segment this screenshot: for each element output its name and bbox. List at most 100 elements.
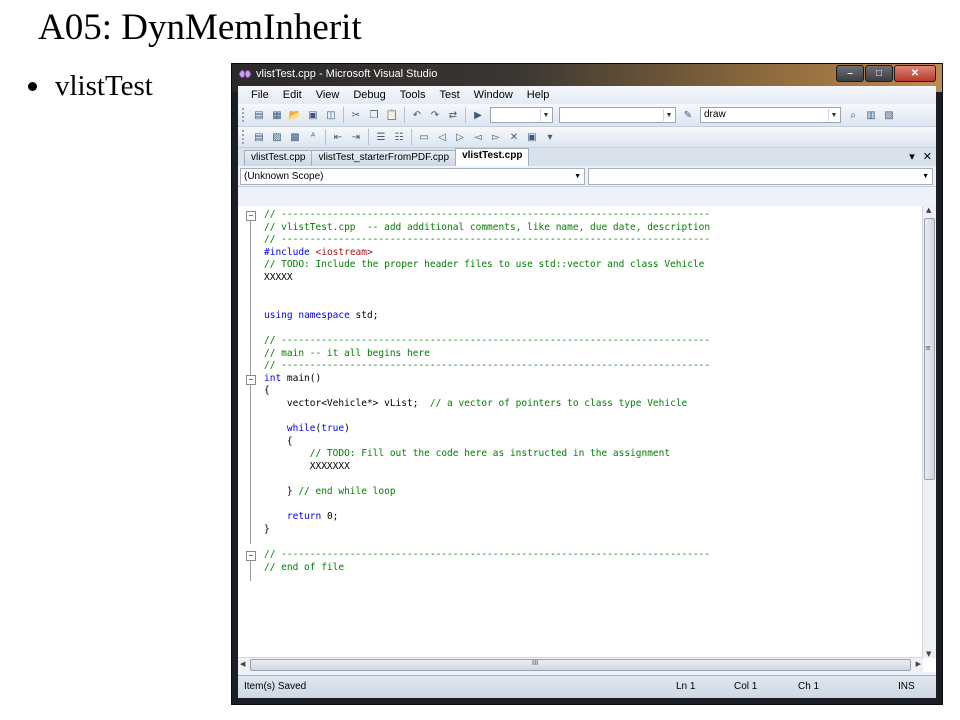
cut-icon[interactable]: ✂ xyxy=(349,108,363,122)
slide-title: A05: DynMemInherit xyxy=(38,7,362,48)
paste-icon[interactable]: 📋 xyxy=(385,108,399,122)
document-tab[interactable]: vlistTest_starterFromPDF.cpp xyxy=(311,150,457,166)
outline-gutter: − − − xyxy=(238,206,260,658)
menu-tools[interactable]: Tools xyxy=(393,89,433,101)
toolbar-grip[interactable] xyxy=(242,130,247,144)
scroll-right-icon[interactable]: ▶ xyxy=(916,660,921,668)
status-line: Ln 1 xyxy=(676,681,696,692)
prev-bookmark-icon[interactable]: ◁ xyxy=(435,130,449,144)
status-message: Item(s) Saved xyxy=(244,681,307,692)
document-tab[interactable]: vlistTest.cpp xyxy=(455,148,530,166)
next-bookmark-folder-icon[interactable]: ▻ xyxy=(489,130,503,144)
save-icon[interactable]: ▣ xyxy=(306,108,320,122)
maximize-button[interactable]: □ xyxy=(865,64,893,82)
redo-icon[interactable]: ↷ xyxy=(428,108,442,122)
bookmark-window-icon[interactable]: ▣ xyxy=(525,130,539,144)
navigation-bar: (Unknown Scope) ▼ ▼ xyxy=(238,166,936,187)
scope-combo[interactable]: (Unknown Scope) ▼ xyxy=(240,167,585,185)
properties-icon[interactable]: ▧ xyxy=(882,108,896,122)
code-text[interactable]: // -------------------------------------… xyxy=(264,209,922,574)
find-combo[interactable]: draw ▼ xyxy=(700,107,841,123)
menu-window[interactable]: Window xyxy=(467,89,520,101)
outdent-icon[interactable]: ⇤ xyxy=(331,130,345,144)
menu-test[interactable]: Test xyxy=(432,89,466,101)
code-line: #include <iostream> xyxy=(264,246,373,258)
parameter-info-icon[interactable]: ▨ xyxy=(270,130,284,144)
code-line: { xyxy=(264,385,270,397)
quick-info-icon[interactable]: ▩ xyxy=(288,130,302,144)
code-line: } // end while loop xyxy=(264,486,396,498)
code-line: // -------------------------------------… xyxy=(264,549,711,561)
outline-line xyxy=(250,220,251,380)
scroll-grip: ≡ xyxy=(925,344,931,352)
comment-icon[interactable]: ☰ xyxy=(374,130,388,144)
document-tab-strip: vlistTest.cpp vlistTest_starterFromPDF.cp… xyxy=(238,148,936,166)
scroll-left-icon[interactable]: ◀ xyxy=(240,660,245,668)
member-combo[interactable]: ▼ xyxy=(588,167,933,185)
next-bookmark-icon[interactable]: ▷ xyxy=(453,130,467,144)
toolbar-separator xyxy=(411,129,412,145)
indent-icon[interactable]: ⇥ xyxy=(349,130,363,144)
menu-debug[interactable]: Debug xyxy=(346,89,392,101)
code-line: // -------------------------------------… xyxy=(264,234,711,246)
toolbar-grip[interactable] xyxy=(242,108,247,122)
scroll-down-icon[interactable]: ▼ xyxy=(926,650,931,658)
document-tab[interactable]: vlistTest.cpp xyxy=(244,150,313,166)
chevron-down-icon: ▼ xyxy=(574,172,581,180)
prev-bookmark-folder-icon[interactable]: ◅ xyxy=(471,130,485,144)
clear-bookmarks-icon[interactable]: ✕ xyxy=(507,130,521,144)
open-file-icon[interactable]: 📂 xyxy=(288,108,302,122)
scope-value: (Unknown Scope) xyxy=(244,170,324,182)
code-line: // main -- it all begins here xyxy=(264,347,430,359)
save-all-icon[interactable]: ◫ xyxy=(324,108,338,122)
menu-edit[interactable]: Edit xyxy=(276,89,309,101)
menu-help[interactable]: Help xyxy=(520,89,557,101)
tab-dropdown-icon[interactable]: ▾ xyxy=(909,150,915,163)
solution-explorer-icon[interactable]: ▥ xyxy=(864,108,878,122)
code-line: // end of file xyxy=(264,561,345,573)
close-document-icon[interactable]: ✕ xyxy=(923,150,932,163)
minimize-button[interactable]: – xyxy=(836,64,864,82)
member-list-icon[interactable]: ▤ xyxy=(252,130,266,144)
close-button[interactable]: ✕ xyxy=(894,64,936,82)
code-line: // -------------------------------------… xyxy=(264,209,711,220)
menu-file[interactable]: File xyxy=(244,89,276,101)
toolbar-options-icon[interactable]: ▾ xyxy=(543,130,557,144)
undo-icon[interactable]: ↶ xyxy=(410,108,424,122)
bullet-label: vlistTest xyxy=(55,70,153,102)
code-line: int main() xyxy=(264,372,322,384)
solution-platform-combo[interactable]: ▼ xyxy=(559,107,676,123)
navigate-icon[interactable]: ⇄ xyxy=(446,108,460,122)
menu-view[interactable]: View xyxy=(309,89,347,101)
horizontal-scrollbar[interactable]: ◀ III ▶ xyxy=(238,657,923,672)
outline-line xyxy=(250,560,251,582)
toggle-bookmark-icon[interactable]: ▭ xyxy=(417,130,431,144)
scroll-up-icon[interactable]: ▲ xyxy=(926,206,931,214)
visual-studio-window: vlistTest.cpp - Microsoft Visual Studio … xyxy=(232,64,942,704)
window-client: File Edit View Debug Tools Test Window Help ▤ ▦… xyxy=(238,86,936,698)
collapse-icon[interactable]: − xyxy=(246,551,256,562)
solution-config-combo[interactable]: ▼ xyxy=(490,107,553,123)
collapse-icon[interactable]: − xyxy=(246,374,256,385)
status-insert-mode: INS xyxy=(898,681,915,692)
bullet-item: vlistTest xyxy=(28,70,153,103)
complete-word-icon[interactable]: ᴬ xyxy=(306,130,320,144)
uncomment-icon[interactable]: ☷ xyxy=(392,130,406,144)
add-item-icon[interactable]: ▦ xyxy=(270,108,284,122)
status-column: Col 1 xyxy=(734,681,758,692)
code-editor[interactable]: − − − // ---------------------------------… xyxy=(238,206,936,672)
vertical-scrollbar[interactable]: ▲ ≡ ▼ xyxy=(922,206,936,658)
standard-toolbar: ▤ ▦ 📂 ▣ ◫ ✂ ❐ 📋 ↶ ↷ ⇄ ▶ ▼ ▼ ✎ draw ▼ ⌕ ▥ … xyxy=(238,104,936,127)
start-debug-icon[interactable]: ▶ xyxy=(471,108,485,122)
find-in-files-icon[interactable]: ⌕ xyxy=(846,108,860,122)
collapse-icon[interactable]: − xyxy=(246,211,256,221)
copy-icon[interactable]: ❐ xyxy=(367,108,381,122)
horizontal-scroll-thumb[interactable] xyxy=(250,659,911,671)
title-bar[interactable]: vlistTest.cpp - Microsoft Visual Studio … xyxy=(238,64,936,83)
code-line: while(true) xyxy=(286,423,350,435)
new-project-icon[interactable]: ▤ xyxy=(252,108,266,122)
